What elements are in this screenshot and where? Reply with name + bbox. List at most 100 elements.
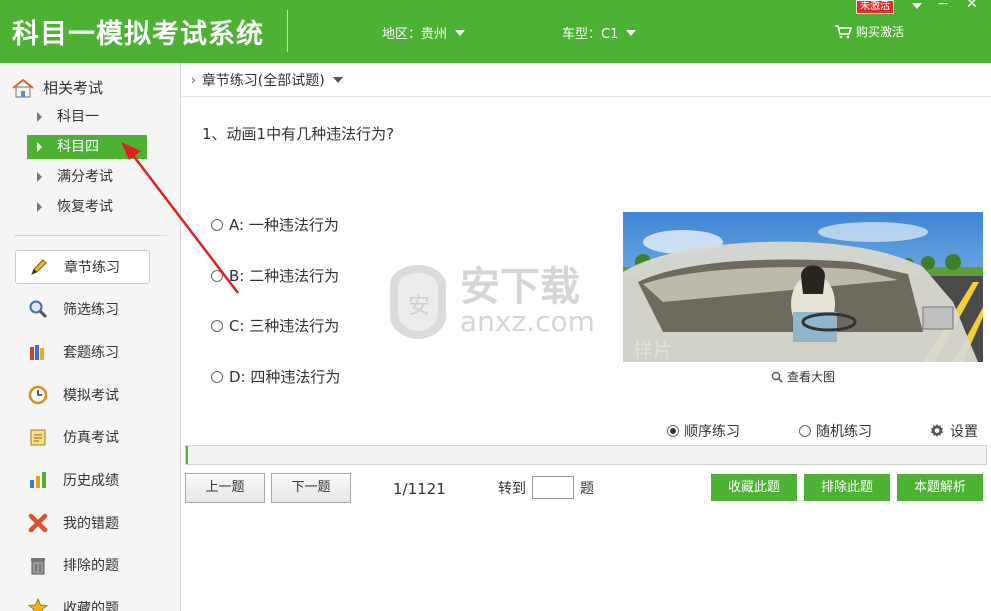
nav-label: 筛选练习: [63, 302, 119, 318]
option-b[interactable]: B: 二种违法行为: [211, 265, 339, 286]
pencil-icon: [28, 256, 50, 278]
watermark-line2: anxz.com: [460, 305, 595, 338]
radio-button[interactable]: [211, 370, 223, 383]
trash-can-icon: [27, 554, 49, 576]
sidebar-item-label: 满分考试: [57, 169, 113, 185]
unactivated-badge: 未激活: [856, 0, 894, 14]
option-a[interactable]: A: 一种违法行为: [211, 214, 339, 235]
radio-button[interactable]: [211, 319, 223, 332]
main-panel: › 章节练习(全部试题) 1、动画1中有几种违法行为? A: 一种违法行为 B:…: [181, 63, 991, 611]
breadcrumb[interactable]: › 章节练习(全部试题): [181, 63, 991, 97]
option-label: B: 二种违法行为: [229, 267, 340, 285]
related-exams-header[interactable]: 相关考试: [11, 77, 103, 98]
triangle-right-icon: [37, 202, 42, 212]
region-select[interactable]: 地区：贵州: [382, 23, 466, 42]
radio-button[interactable]: [667, 425, 679, 437]
goto-question: 转到 题: [498, 476, 594, 499]
star-icon: [27, 597, 49, 611]
shopping-cart-icon: [835, 25, 852, 39]
watermark-text: 安下载 anxz.com: [460, 267, 595, 337]
progress-fill: [186, 446, 188, 464]
option-c[interactable]: C: 三种违法行为: [211, 315, 339, 336]
sidebar-item-subject-four[interactable]: 科目四: [27, 135, 147, 159]
triangle-right-icon: [37, 172, 42, 182]
nav-label: 排除的题: [63, 558, 119, 574]
option-label: A: 一种违法行为: [229, 216, 339, 234]
prev-question-button[interactable]: 上一题: [185, 473, 265, 503]
explanation-button[interactable]: 本题解析: [897, 474, 983, 501]
menu-dropdown-icon[interactable]: [912, 3, 922, 9]
home-icon: [12, 78, 34, 97]
sidebar-divider: [14, 235, 167, 236]
breadcrumb-label: 章节练习(全部试题): [201, 72, 325, 89]
sequential-practice-option[interactable]: 顺序练习: [667, 421, 740, 441]
settings-button[interactable]: 设置: [929, 421, 978, 441]
mode-label: 顺序练习: [684, 424, 740, 440]
nav-label: 章节练习: [64, 260, 120, 276]
nav-label: 收藏的题: [63, 601, 119, 611]
nav-history-scores[interactable]: 历史成绩: [15, 463, 150, 497]
nav-my-mistakes[interactable]: 我的错题: [15, 506, 150, 540]
books-icon: [27, 341, 49, 363]
nav-set-practice[interactable]: 套题练习: [15, 335, 150, 369]
nav-label: 我的错题: [63, 516, 119, 532]
question-counter: 1/1121: [393, 480, 446, 498]
sidebar-item-label: 恢复考试: [57, 199, 113, 215]
gear-icon: [931, 424, 943, 437]
mode-label: 随机练习: [816, 424, 872, 440]
clock-icon: [27, 384, 49, 406]
nav-chapter-practice[interactable]: 章节练习: [15, 250, 150, 284]
picture-watermark: 样片: [633, 338, 673, 362]
option-label: C: 三种违法行为: [229, 317, 340, 335]
sidebar-item-label: 科目一: [57, 109, 99, 125]
shield-logo-icon: 安: [390, 265, 446, 339]
radio-button[interactable]: [211, 218, 223, 231]
nav-favorites[interactable]: 收藏的题: [15, 591, 150, 611]
red-x-icon: [27, 512, 49, 534]
triangle-right-icon: [37, 142, 42, 152]
random-practice-option[interactable]: 随机练习: [799, 421, 872, 441]
sidebar-item-subject-one[interactable]: 科目一: [27, 105, 147, 129]
goto-question-input[interactable]: [532, 476, 574, 499]
nav-mock-exam[interactable]: 模拟考试: [15, 378, 150, 412]
chevron-down-icon: [332, 76, 343, 83]
region-label: 地区：贵州: [382, 27, 448, 42]
radio-button[interactable]: [799, 425, 811, 437]
sidebar-item-label: 科目四: [57, 139, 99, 155]
option-label: D: 四种违法行为: [229, 368, 341, 386]
nav-label: 套题练习: [63, 345, 119, 361]
nav-excluded-questions[interactable]: 排除的题: [15, 548, 150, 582]
view-large-label: 查看大图: [787, 370, 836, 384]
magnifier-icon: [27, 298, 49, 320]
radio-button[interactable]: [211, 269, 223, 282]
question-image[interactable]: 样片: [623, 212, 983, 362]
sidebar: 相关考试 科目一 科目四 满分考试 恢复考试 章节练习 筛选练习 套题练习 模拟…: [0, 63, 181, 611]
buy-activate-button[interactable]: 购买激活: [834, 23, 904, 40]
exclude-question-button[interactable]: 排除此题: [804, 474, 890, 501]
vehicle-type-select[interactable]: 车型：C1: [562, 23, 637, 42]
progress-bar: [185, 445, 987, 465]
bar-chart-icon: [27, 469, 49, 491]
close-button[interactable]: ✕: [966, 0, 978, 12]
buy-activate-label: 购买激活: [856, 25, 905, 39]
nav-filter-practice[interactable]: 筛选练习: [15, 292, 150, 326]
nav-simulation-exam[interactable]: 仿真考试: [15, 420, 150, 454]
chevron-right-icon: ›: [191, 72, 196, 87]
sidebar-item-full-score-exam[interactable]: 满分考试: [27, 165, 147, 189]
watermark-line1: 安下载: [460, 264, 580, 310]
site-watermark: 安 安下载 anxz.com: [386, 263, 595, 341]
chevron-down-icon: [455, 29, 466, 36]
next-question-button[interactable]: 下一题: [271, 473, 351, 503]
option-d[interactable]: D: 四种违法行为: [211, 366, 340, 387]
notepad-icon: [27, 426, 49, 448]
goto-prefix: 转到: [498, 480, 526, 497]
nav-label: 历史成绩: [63, 473, 119, 489]
minimize-button[interactable]: −: [937, 0, 949, 12]
sidebar-item-restore-exam[interactable]: 恢复考试: [27, 195, 147, 219]
favorite-question-button[interactable]: 收藏此题: [711, 474, 797, 501]
app-title: 科目一模拟考试系统: [12, 19, 264, 50]
triangle-right-icon: [37, 112, 42, 122]
view-large-image-link[interactable]: 查看大图: [771, 368, 835, 385]
nav-label: 仿真考试: [63, 430, 119, 446]
nav-label: 模拟考试: [63, 388, 119, 404]
